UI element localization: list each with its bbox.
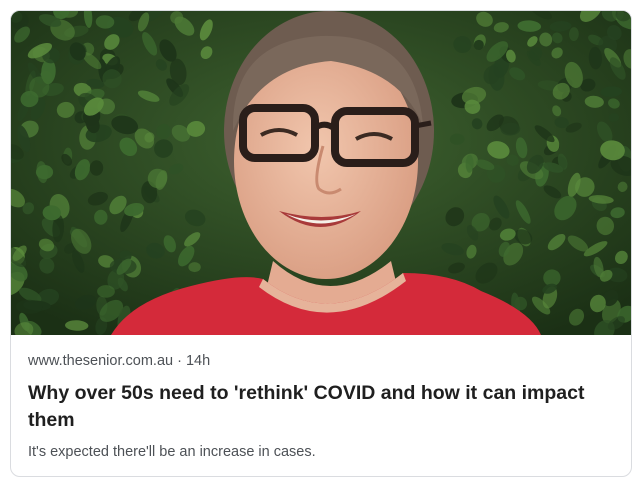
article-meta: www.thesenior.com.au · 14h: [28, 353, 210, 369]
source-domain[interactable]: www.thesenior.com.au: [28, 353, 173, 369]
article-thumbnail[interactable]: [11, 11, 631, 335]
news-card[interactable]: www.thesenior.com.au · 14h Why over 50s …: [10, 10, 632, 477]
article-title[interactable]: Why over 50s need to 'rethink' COVID and…: [28, 380, 618, 434]
article-photo: [11, 11, 631, 335]
ivy-leaf: [35, 165, 54, 180]
ivy-leaf: [188, 262, 201, 273]
article-age: 14h: [185, 353, 211, 369]
article-snippet: It's expected there'll be an increase in…: [28, 444, 316, 460]
meta-separator: ·: [177, 353, 182, 369]
